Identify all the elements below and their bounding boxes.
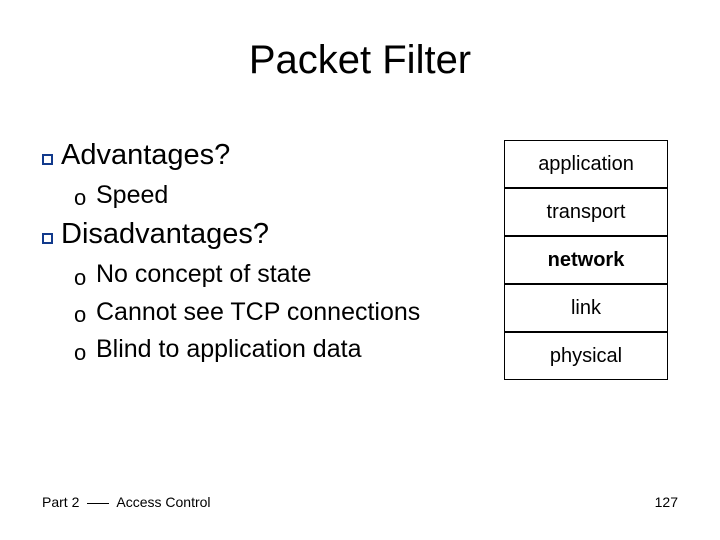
sub-bullet-text: No concept of state xyxy=(96,261,311,289)
bullet-content: Advantages? o Speed Disadvantages? o No … xyxy=(42,140,420,374)
stack-layer-link: link xyxy=(504,284,668,332)
slide: Packet Filter Advantages? o Speed Disadv… xyxy=(0,0,720,540)
footer-section: Access Control xyxy=(116,494,210,510)
bullet-text: Disadvantages? xyxy=(61,219,269,251)
stack-layer-physical: physical xyxy=(504,332,668,380)
em-dash-icon xyxy=(87,503,109,505)
osi-stack: application transport network link physi… xyxy=(504,140,668,380)
sub-bullet: o Cannot see TCP connections xyxy=(74,299,420,327)
sub-bullet: o No concept of state xyxy=(74,261,420,289)
stack-layer-transport: transport xyxy=(504,188,668,236)
bullet-disadvantages: Disadvantages? xyxy=(42,219,420,251)
sub-bullet-text: Speed xyxy=(96,182,168,210)
slide-title: Packet Filter xyxy=(0,38,720,83)
bullet-text: Advantages? xyxy=(61,140,230,172)
circle-bullet-icon: o xyxy=(74,342,88,364)
bullet-advantages: Advantages? xyxy=(42,140,420,172)
footer-left: Part 2 Access Control xyxy=(42,494,211,510)
sub-bullet-text: Cannot see TCP connections xyxy=(96,299,420,327)
page-number: 127 xyxy=(655,494,678,510)
circle-bullet-icon: o xyxy=(74,267,88,289)
square-bullet-icon xyxy=(42,233,53,244)
sub-bullet: o Speed xyxy=(74,182,420,210)
sub-bullet: o Blind to application data xyxy=(74,336,420,364)
stack-front: application transport network link physi… xyxy=(504,140,668,380)
footer-part: Part 2 xyxy=(42,494,79,510)
footer: Part 2 Access Control 127 xyxy=(42,494,678,510)
sub-bullet-text: Blind to application data xyxy=(96,336,361,364)
circle-bullet-icon: o xyxy=(74,304,88,326)
stack-layer-network: network xyxy=(504,236,668,284)
circle-bullet-icon: o xyxy=(74,187,88,209)
stack-layer-application: application xyxy=(504,140,668,188)
square-bullet-icon xyxy=(42,154,53,165)
